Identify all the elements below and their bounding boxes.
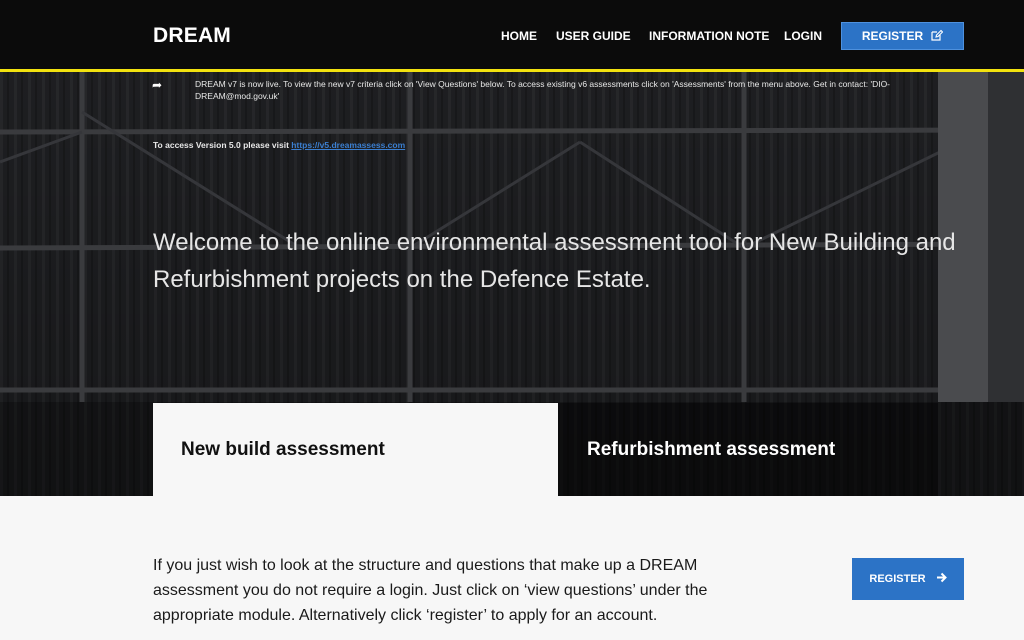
nav-login[interactable]: LOGIN: [784, 29, 822, 43]
tab-label: Refurbishment assessment: [587, 438, 836, 460]
tab-label: New build assessment: [181, 438, 385, 460]
version-notice: To access Version 5.0 please visit https…: [153, 140, 405, 150]
nav-user-guide[interactable]: USER GUIDE: [556, 29, 631, 43]
version-notice-text: To access Version 5.0 please visit: [153, 140, 292, 150]
brand-logo[interactable]: DREAM: [153, 24, 231, 48]
register-button-label: REGISTER: [861, 29, 924, 43]
edit-icon: [931, 29, 944, 44]
hero-section: ➦ DREAM v7 is now live. To view the new …: [0, 72, 1024, 496]
intro-paragraph: If you just wish to look at the structur…: [153, 557, 708, 624]
share-icon: ➦: [152, 78, 163, 92]
version-5-link[interactable]: https://v5.dreamassess.com: [291, 140, 405, 150]
tab-new-build-assessment[interactable]: New build assessment: [153, 403, 558, 496]
nav-information-note[interactable]: INFORMATION NOTE: [649, 29, 769, 43]
welcome-heading: Welcome to the online environmental asse…: [153, 229, 956, 293]
register-button-label: REGISTER: [869, 573, 926, 585]
announcement-text: DREAM v7 is now live. To view the new v7…: [195, 79, 891, 101]
register-button-content[interactable]: REGISTER: [852, 558, 964, 600]
register-button-header[interactable]: REGISTER: [841, 22, 964, 50]
arrow-right-icon: [936, 572, 947, 586]
assessment-content-panel: If you just wish to look at the structur…: [0, 496, 1024, 640]
tab-refurbishment-assessment[interactable]: Refurbishment assessment: [558, 403, 938, 496]
top-navigation-bar: DREAM HOME USER GUIDE INFORMATION NOTE L…: [0, 0, 1024, 72]
nav-home[interactable]: HOME: [501, 29, 537, 43]
